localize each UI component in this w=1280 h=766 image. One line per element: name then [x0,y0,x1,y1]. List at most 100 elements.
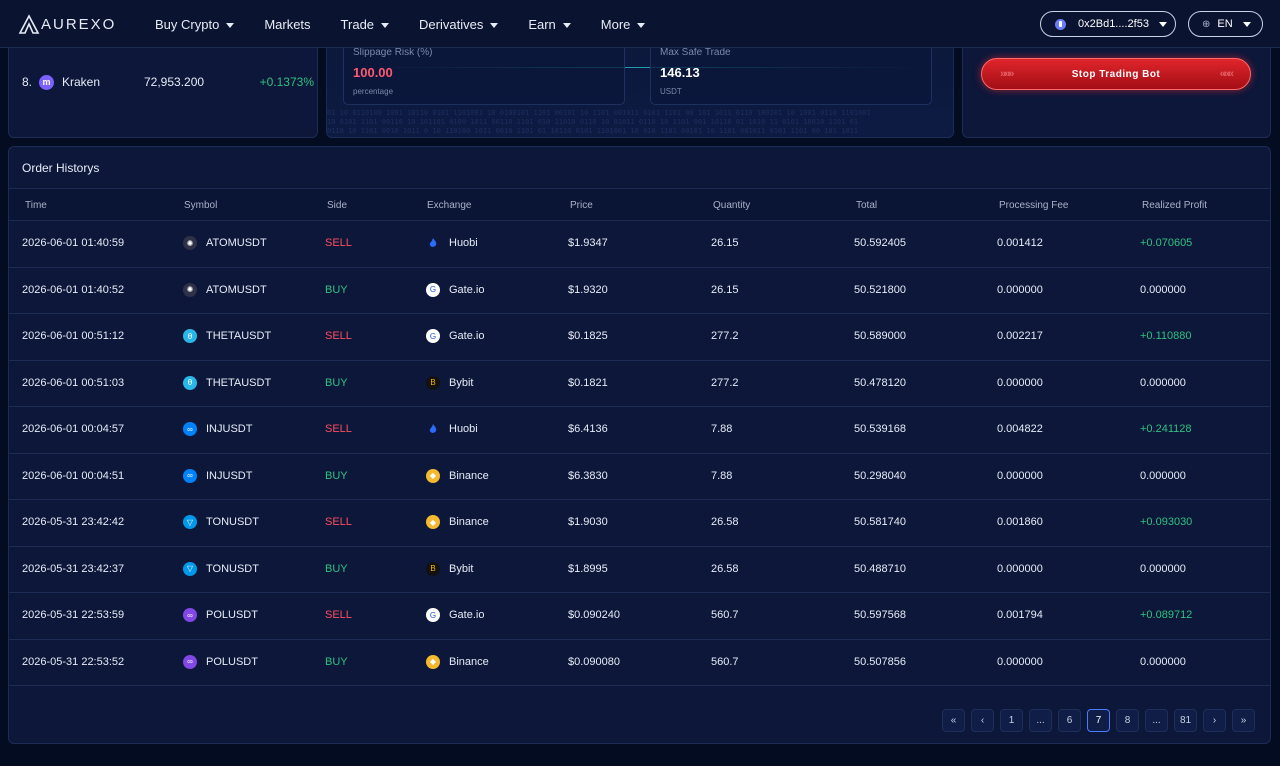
table-row[interactable]: 2026-06-01 00:04:57 ∞ INJUSDT SELL Huobi $6.4… [9,407,1270,454]
cell-symbol: POLUSDT [206,609,258,621]
ellipsis: ... [1029,709,1052,732]
page-6-button[interactable]: 6 [1058,709,1081,732]
menu-label: Earn [528,16,556,32]
cell-side: SELL [325,330,352,342]
cell-price: $1.9030 [568,516,608,528]
chevron-down-icon [381,22,390,28]
metric-label: Slippage Risk (%) [353,47,433,58]
cell-quantity: 26.15 [711,283,739,296]
menu-earn[interactable]: Earn [528,16,571,32]
cell-exchange: Huobi [449,423,478,435]
cell-time: 2026-05-31 23:42:42 [22,516,125,528]
cell-realized-profit: 0.000000 [1140,283,1186,296]
cell-side: SELL [325,237,352,249]
metric-unit: USDT [660,87,682,96]
exchange-price: 72,953.200 [144,75,205,89]
table-row[interactable]: 2026-06-01 01:40:52 ✺ ATOMUSDT BUY G Gate.io $… [9,268,1270,314]
price-change: +0.1373% [259,75,314,89]
chevrons-left-icon: ««« [1219,68,1234,80]
next-page-button[interactable]: › [1203,709,1226,732]
page-7-button[interactable]: 7 [1087,709,1110,732]
cell-realized-profit: 0.000000 [1140,562,1186,575]
menu-buy-crypto[interactable]: Buy Crypto [155,17,235,32]
cell-price: $0.090240 [568,609,620,621]
cell-time: 2026-06-01 00:51:12 [22,330,125,342]
metric-label: Max Safe Trade [660,47,731,58]
page-8-button[interactable]: 8 [1116,709,1139,732]
language-label: EN [1217,18,1233,30]
last-page-button[interactable]: » [1232,709,1255,732]
rank-number: 8. [22,75,33,89]
cell-side: BUY [325,283,348,296]
injective-icon: ∞ [183,422,197,436]
cell-symbol: THETAUSDT [206,330,272,342]
stop-trading-bot-button[interactable]: »»» Stop Trading Bot ««« [981,58,1251,90]
table-row[interactable]: 2026-06-01 00:04:51 ∞ INJUSDT BUY ◆ Binance $6… [9,454,1270,500]
table-row[interactable]: 2026-06-01 00:51:12 θ THETAUSDT SELL G Gate.i… [9,314,1270,361]
col-processing-fee: Processing Fee [999,200,1069,211]
cell-exchange: Huobi [449,237,478,249]
table-row[interactable]: 2026-05-31 22:53:59 ∞ POLUSDT SELL G Gate.io $… [9,593,1270,640]
gateio-icon: G [426,282,440,297]
cell-price: $0.1821 [568,376,608,389]
cell-quantity: 560.7 [711,655,739,668]
language-button[interactable]: ⊕ EN [1188,11,1263,37]
table-header: Time Symbol Side Exchange Price Quantity… [9,188,1270,221]
table-row[interactable]: 2026-05-31 22:53:52 ∞ POLUSDT BUY ◆ Binance $0… [9,640,1270,686]
logo[interactable]: AUREXO [18,13,116,35]
menu-markets[interactable]: Markets [264,17,310,32]
chevron-down-icon [637,22,646,28]
cell-time: 2026-06-01 01:40:52 [22,283,125,296]
cell-processing-fee: 0.002217 [997,330,1043,342]
cell-processing-fee: 0.001412 [997,237,1043,249]
cell-realized-profit: +0.089712 [1140,609,1193,621]
cell-symbol: TONUSDT [206,562,259,575]
atom-icon: ✺ [183,236,197,250]
binance-icon: ◆ [426,654,440,669]
cell-price: $0.090080 [568,655,620,668]
cell-processing-fee: 0.000000 [997,283,1043,296]
cell-symbol: INJUSDT [206,423,253,435]
cell-quantity: 26.58 [711,516,739,528]
cell-processing-fee: 0.001794 [997,609,1043,621]
theta-icon: θ [183,329,197,343]
menu-trade[interactable]: Trade [341,17,390,32]
col-exchange: Exchange [427,200,472,211]
wallet-button[interactable]: 0x2Bd1....2f53 [1040,11,1176,37]
slippage-risk-card: Slippage Risk (%) 100.00 percentage [343,39,625,105]
bybit-icon: B [426,561,440,576]
col-price: Price [570,200,593,211]
table-row[interactable]: 2026-06-01 01:40:59 ✺ ATOMUSDT SELL Huobi $1.… [9,221,1270,268]
cell-processing-fee: 0.001860 [997,516,1043,528]
cell-realized-profit: 0.000000 [1140,376,1186,389]
translate-icon: ⊕ [1202,18,1211,30]
prev-page-button[interactable]: ‹ [971,709,994,732]
cell-symbol: POLUSDT [206,655,258,668]
first-page-button[interactable]: « [942,709,965,732]
chevrons-right-icon: »»» [1000,68,1014,80]
cell-exchange: Gate.io [449,283,485,296]
ton-icon: ▽ [183,515,197,529]
table-row[interactable]: 2026-05-31 23:42:37 ▽ TONUSDT BUY B Bybit $1.8… [9,547,1270,593]
gateio-icon: G [426,329,440,343]
cell-symbol: ATOMUSDT [206,283,267,296]
page-81-button[interactable]: 81 [1174,709,1197,732]
menu-label: More [600,16,631,32]
table-row[interactable]: 2026-06-01 00:51:03 θ THETAUSDT BUY B Bybit $0… [9,361,1270,407]
cell-total: 50.597568 [854,609,906,621]
metric-value: 146.13 [660,65,700,80]
menu-more[interactable]: More [601,17,646,32]
pagination: « ‹ 1... 6 7 8... 81 › » [942,709,1261,733]
menu-derivatives[interactable]: Derivatives [419,17,499,32]
col-symbol: Symbol [184,200,218,211]
table-row[interactable]: 2026-05-31 23:42:42 ▽ TONUSDT SELL ◆ Binance $… [9,500,1270,547]
chevron-down-icon [1242,21,1251,27]
cell-exchange: Binance [449,516,489,528]
metric-unit: percentage [353,87,394,96]
ranking-row[interactable]: 8. m Kraken 72,953.200 +0.1373% [22,73,314,91]
top-nav: AUREXO Buy Crypto Markets Trade Derivati… [0,0,1280,48]
page-1-button[interactable]: 1 [1000,709,1023,732]
cell-time: 2026-06-01 00:04:57 [22,423,125,435]
cell-processing-fee: 0.000000 [997,655,1043,668]
cell-exchange: Gate.io [449,330,485,342]
